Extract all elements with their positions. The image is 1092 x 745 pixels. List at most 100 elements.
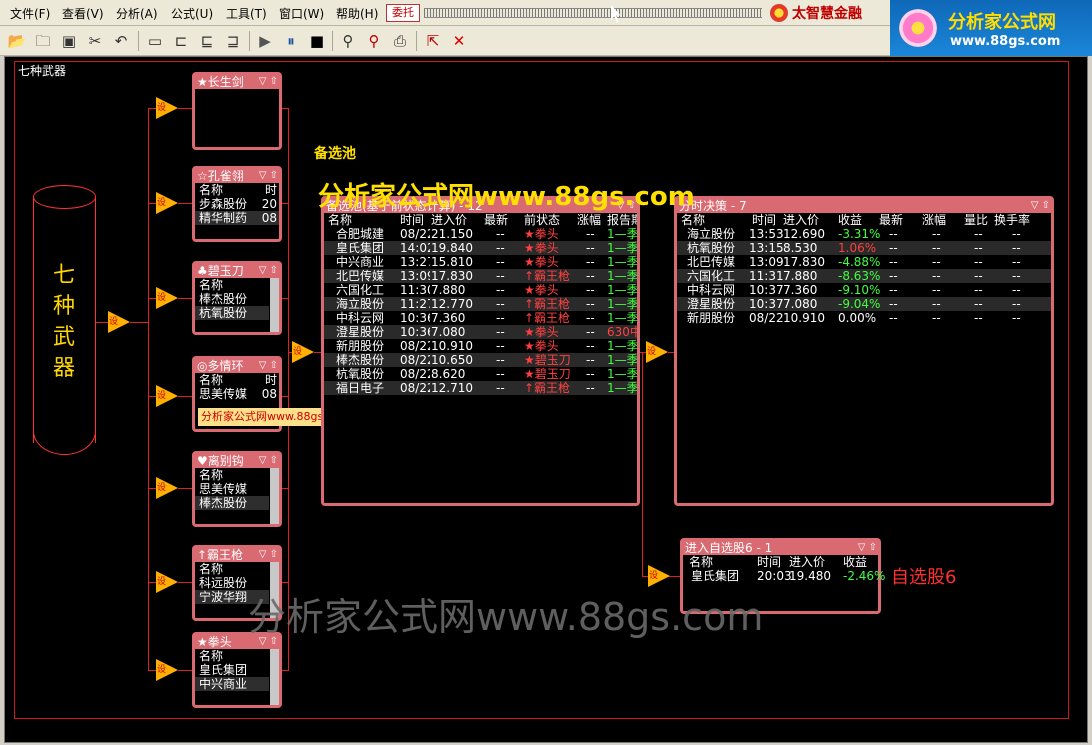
column-header[interactable]: 时间 — [757, 555, 781, 569]
panel-controls-icon[interactable]: ▽ ⇧ — [259, 548, 278, 562]
column-header[interactable]: 收益 — [843, 555, 867, 569]
column-header[interactable]: 名称 — [328, 213, 352, 227]
align-top-icon[interactable]: ⊒ — [222, 30, 244, 52]
table-row[interactable]: 中兴商业 13:2715.810 -- ★拳头 -- 1—季报 — [324, 255, 637, 269]
panel-controls-icon[interactable]: ▽ ⇧ — [858, 541, 877, 555]
list-item[interactable]: 皇氏集团 — [195, 663, 269, 677]
menu-analysis[interactable]: 分析(A) — [116, 5, 158, 22]
order-button[interactable]: 委托 — [386, 4, 420, 22]
play-icon[interactable]: ▶ — [254, 30, 276, 52]
list-item[interactable]: 精华制药 08 — [195, 211, 279, 225]
column-header[interactable]: 量比 — [964, 213, 988, 227]
frame-icon[interactable]: ▭ — [144, 30, 166, 52]
panel-header[interactable]: ◎多情环 ▽ ⇧ — [195, 359, 279, 373]
table-row[interactable]: 棒杰股份 08/2210.650 -- ★碧玉刀 -- 1—季报 — [324, 353, 637, 367]
table-row[interactable]: 中科云网 10:367.360 -- ↑霸王枪 -- 1—季报 — [324, 311, 637, 325]
panel-header[interactable]: ♥离别钩 ▽ ⇧ — [195, 454, 279, 468]
column-header[interactable]: 进入价 — [789, 555, 825, 569]
list-item[interactable]: 思美传媒 — [195, 482, 269, 496]
table-row[interactable]: 皇氏集团 20:03 19.480 -2.46% — [683, 569, 885, 583]
column-header[interactable]: 进入价 — [783, 213, 819, 227]
table-row[interactable]: 皇氏集团 14:0219.840 -- ★拳头 -- 1—季报 — [324, 241, 637, 255]
column-header[interactable]: 名称 — [689, 555, 713, 569]
column-header[interactable]: 时间 — [752, 213, 776, 227]
menu-help[interactable]: 帮助(H) — [336, 5, 378, 22]
column-header[interactable]: 报告期 — [607, 213, 637, 227]
align-left-icon[interactable]: ⊏ — [170, 30, 192, 52]
list-item[interactable]: 思美传媒 08 — [195, 387, 279, 401]
timing-decision-panel[interactable]: 分时决策 - 7 ▽ ⇧ 名称 时间 进入价 收益 最新 涨幅 量比 换手率 海… — [674, 196, 1054, 506]
column-header[interactable]: 名称 — [681, 213, 705, 227]
list-scrollbar[interactable] — [270, 278, 279, 332]
weapon-panel-biyudao[interactable]: ♣碧玉刀 ▽ ⇧ 名称 棒杰股份 杭氧股份 — [192, 261, 282, 335]
source-cylinder[interactable]: 七种武器 — [33, 185, 96, 455]
panel-header[interactable]: ♣碧玉刀 ▽ ⇧ — [195, 264, 279, 278]
stop-icon[interactable]: ■ — [306, 30, 328, 52]
panel-controls-icon[interactable]: ▽ ⇧ — [259, 169, 278, 183]
menu-tools[interactable]: 工具(T) — [226, 5, 267, 22]
close-icon[interactable]: ✕ — [448, 30, 470, 52]
search-icon[interactable]: ⚲ — [337, 30, 359, 52]
table-row[interactable]: 北巴传媒 13:0917.830 -- ↑霸王枪 -- 1—季报 — [324, 269, 637, 283]
save-icon[interactable]: ▣ — [58, 30, 80, 52]
list-scrollbar[interactable] — [270, 649, 279, 705]
find-next-icon[interactable]: ⚲ — [363, 30, 385, 52]
panel-header[interactable]: ☆孔雀翎 ▽ ⇧ — [195, 169, 279, 183]
weapon-panel-kongqueling[interactable]: ☆孔雀翎 ▽ ⇧ 名称时 步森股份 20 精华制药 08 — [192, 166, 282, 242]
column-header[interactable]: 时间 — [400, 213, 424, 227]
panel-controls-icon[interactable]: ▽ ⇧ — [259, 75, 278, 89]
weapon-panel-changshengjian[interactable]: ★长生剑 ▽ ⇧ — [192, 72, 282, 150]
print-icon[interactable]: ⎙ — [389, 30, 411, 52]
table-row[interactable]: 海立股份 11:2712.770 -- ↑霸王枪 -- 1—季报 — [324, 297, 637, 311]
panel-header[interactable]: ↑霸王枪 ▽ ⇧ — [195, 548, 279, 562]
list-item[interactable]: 棒杰股份 — [195, 292, 269, 306]
candidate-pool-panel[interactable]: 备选池(基于前状态计算) - 12 ▽ ⇧ 名称 时间 进入价 最新 前状态 涨… — [321, 196, 640, 506]
column-header[interactable]: 前状态 — [524, 213, 560, 227]
list-item[interactable]: 中兴商业 — [195, 677, 269, 691]
column-header[interactable]: 最新 — [484, 213, 508, 227]
menu-file[interactable]: 文件(F) — [10, 5, 50, 22]
weapon-panel-quantou[interactable]: ★拳头 ▽ ⇧ 名称 皇氏集团 中兴商业 — [192, 632, 282, 708]
table-row[interactable]: 新朋股份 08/2210.910 -- ★拳头 -- 1—季报 — [324, 339, 637, 353]
panel-header[interactable]: 进入自选股6 - 1 ▽ ⇧ — [683, 541, 878, 555]
undo-icon[interactable]: ↶ — [110, 30, 132, 52]
menu-window[interactable]: 窗口(W) — [279, 5, 324, 22]
table-row[interactable]: 新朋股份 08/22 10.910 0.00% -- -- -- -- — [677, 311, 1051, 325]
panel-header[interactable]: 分时决策 - 7 ▽ ⇧ — [677, 199, 1051, 213]
column-header[interactable]: 进入价 — [431, 213, 467, 227]
table-row[interactable]: 中科云网 10:37 7.360 -9.10% -- -- -- -- — [677, 283, 1051, 297]
panel-controls-icon[interactable]: ▽ ⇧ — [259, 454, 278, 468]
list-item[interactable]: 棒杰股份 — [195, 496, 269, 510]
column-header[interactable]: 换手率 — [994, 213, 1030, 227]
column-header[interactable]: 涨幅 — [577, 213, 601, 227]
panel-controls-icon[interactable]: ▽ ⇧ — [259, 264, 278, 278]
list-scrollbar[interactable] — [270, 468, 279, 524]
brand[interactable]: 太智慧金融 — [770, 3, 894, 23]
pause-icon[interactable]: ⏸ — [280, 30, 302, 52]
panel-controls-icon[interactable]: ▽ ⇧ — [1031, 199, 1050, 213]
panel-header[interactable]: ★长生剑 ▽ ⇧ — [195, 75, 279, 89]
align-bottom-icon[interactable]: ⊑ — [196, 30, 218, 52]
table-row[interactable]: 北巴传媒 13:09 17.830 -4.88% -- -- -- -- — [677, 255, 1051, 269]
table-row[interactable]: 六国化工 11:31 7.880 -8.63% -- -- -- -- — [677, 269, 1051, 283]
table-row[interactable]: 澄星股份 10:367.080 -- ★拳头 -- 630中报 — [324, 325, 637, 339]
export-icon[interactable]: ⇱ — [422, 30, 444, 52]
table-row[interactable]: 澄星股份 10:37 7.080 -9.04% -- -- -- -- — [677, 297, 1051, 311]
list-item[interactable]: 步森股份 20 — [195, 197, 279, 211]
column-header[interactable]: 涨幅 — [922, 213, 946, 227]
table-row[interactable]: 杭氧股份 13:15 8.530 1.06% -- -- -- -- — [677, 241, 1051, 255]
table-row[interactable]: 福日电子 08/2212.710 -- ↑霸王枪 -- 1—季报 — [324, 381, 637, 395]
table-row[interactable]: 六国化工 11:307.880 -- ★拳头 -- 1—季报 — [324, 283, 637, 297]
column-header[interactable]: 收益 — [838, 213, 862, 227]
menu-formula[interactable]: 公式(U) — [171, 5, 213, 22]
table-row[interactable]: 合肥城建 08/2221.150 -- ★拳头 -- 1—季报 — [324, 227, 637, 241]
table-row[interactable]: 杭氧股份 08/228.620 -- ★碧玉刀 -- 1—季报 — [324, 367, 637, 381]
scissors-icon[interactable]: ✂ — [84, 30, 106, 52]
menu-view[interactable]: 查看(V) — [62, 5, 104, 22]
column-header[interactable]: 最新 — [879, 213, 903, 227]
folder-icon[interactable]: 🗀 — [32, 30, 54, 52]
weapon-panel-libiegou[interactable]: ♥离别钩 ▽ ⇧ 名称 思美传媒 棒杰股份 — [192, 451, 282, 527]
open-folder-icon[interactable]: 📂 — [6, 30, 28, 52]
list-item[interactable]: 杭氧股份 — [195, 306, 269, 320]
table-row[interactable]: 海立股份 13:53 12.690 -3.31% -- -- -- -- — [677, 227, 1051, 241]
